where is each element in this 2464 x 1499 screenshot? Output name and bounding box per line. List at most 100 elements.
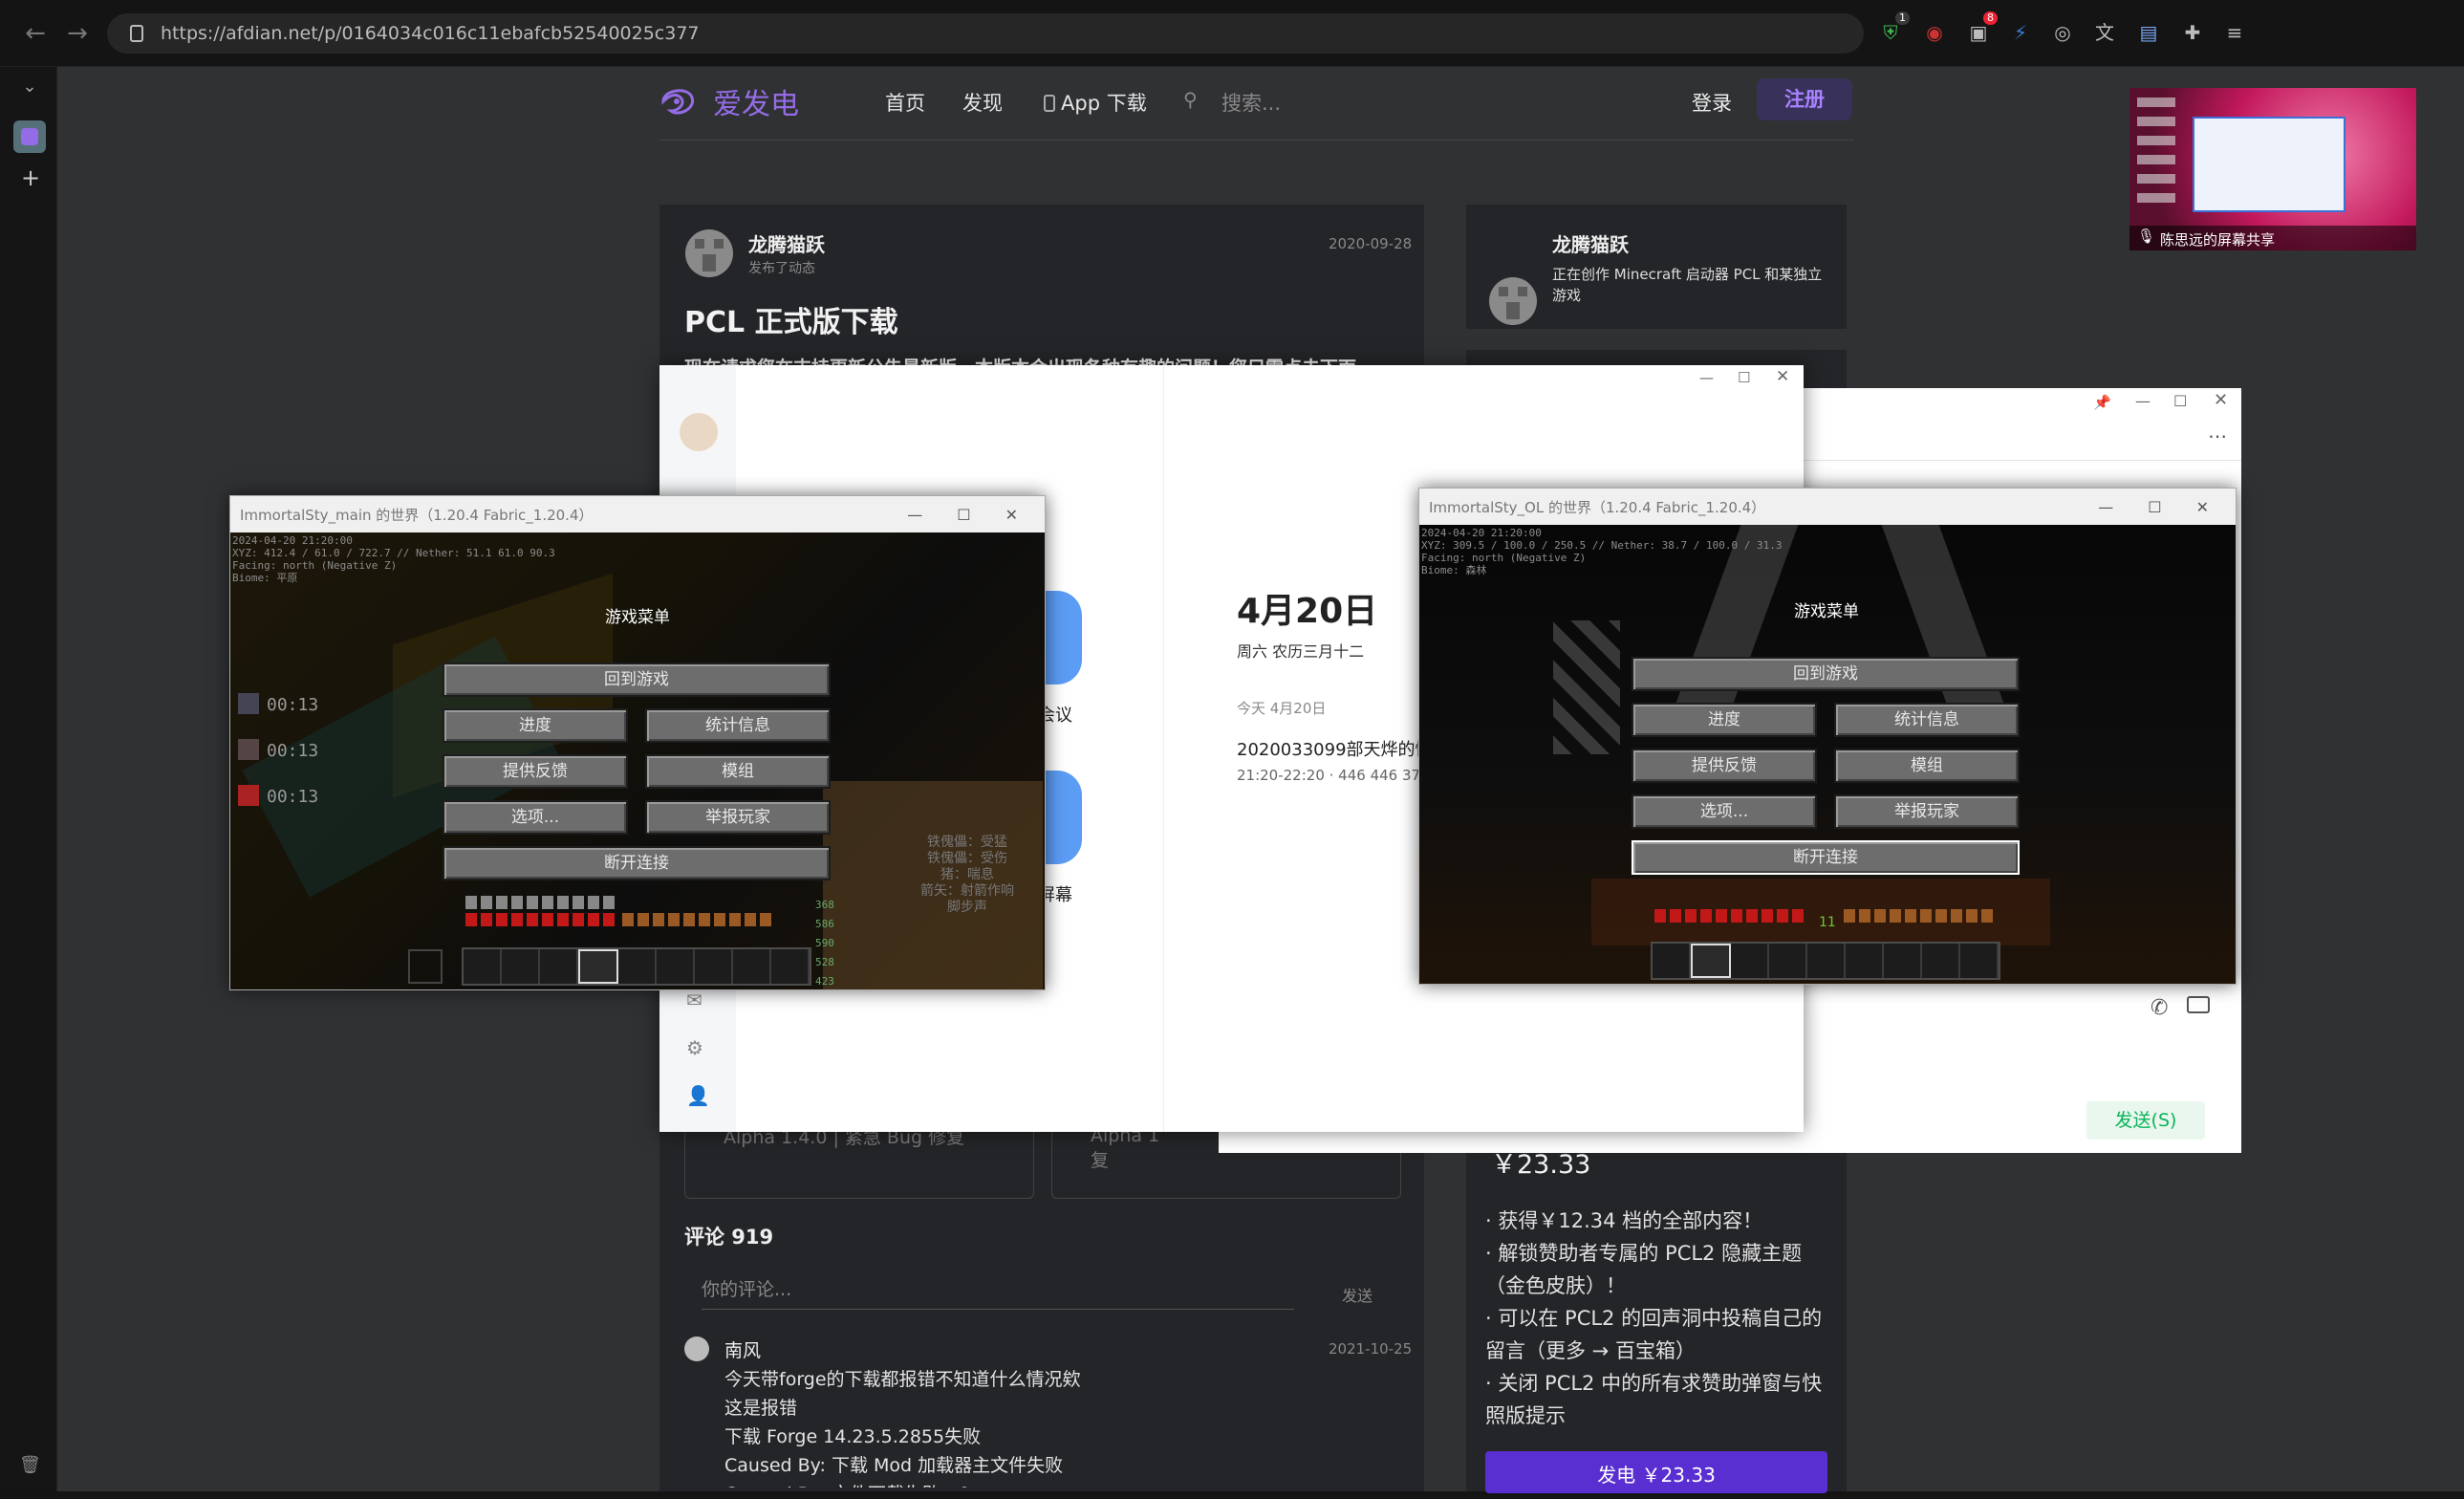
contacts-icon[interactable]: 👤 [686, 1084, 710, 1107]
maximize-icon[interactable]: ☐ [957, 506, 970, 524]
nav-home[interactable]: 首页 [885, 88, 925, 117]
menu-icon[interactable]: ≡ [2219, 17, 2250, 48]
lightning-icon[interactable]: ⚡ [2005, 17, 2036, 48]
tier-perk: · 解锁赞助者专属的 PCL2 隐藏主题（金色皮肤）！ [1485, 1242, 1803, 1297]
close-icon[interactable]: ✕ [2214, 390, 2228, 410]
comment-line: Caused By: 文件下载失败：0... [724, 1480, 1081, 1488]
author-avatar[interactable] [685, 229, 733, 277]
chevron-down-icon[interactable]: ⌄ [19, 76, 40, 98]
minimize-icon[interactable]: — [2135, 392, 2151, 410]
pin-icon[interactable]: 📌 [2093, 394, 2111, 411]
nav-app-download[interactable]: App 下载 [1044, 88, 1147, 117]
advancements-button[interactable]: 进度 [443, 708, 628, 743]
nav-discover[interactable]: 发现 [962, 88, 1003, 117]
calendar-divider [1163, 365, 1164, 1132]
debug-line: 2024-04-20 21:20:00 [232, 534, 353, 547]
hotbar[interactable] [1651, 942, 2000, 980]
translate-icon[interactable]: 文 [2089, 17, 2120, 48]
login-button[interactable]: 登录 [1692, 88, 1732, 117]
minimize-icon[interactable]: — [2098, 498, 2113, 516]
chat-send-button[interactable]: 发送(S) [2086, 1101, 2205, 1140]
calendar-close-icon[interactable]: ✕ [1776, 367, 1789, 386]
minecraft-viewport[interactable]: 2024-04-20 21:20:00 XYZ: 412.4 / 61.0 / … [230, 532, 1045, 989]
settings-icon[interactable]: ⚙ [686, 1036, 703, 1059]
forward-arrow-icon[interactable]: → [63, 19, 92, 48]
maximize-icon[interactable]: ☐ [2148, 498, 2161, 516]
trash-icon[interactable]: 🗑 [19, 1455, 41, 1475]
resistance-effect-icon [238, 693, 259, 714]
comment-send-button[interactable]: 发送 [1342, 1283, 1372, 1306]
mods-button[interactable]: 模组 [645, 754, 831, 789]
address-bar[interactable]: https://afdian.net/p/0164034c016c11ebafc… [107, 13, 1864, 54]
header-divider [659, 140, 1854, 141]
tab-afdian[interactable] [13, 120, 46, 153]
register-button[interactable]: 注册 [1757, 78, 1852, 120]
post-author[interactable]: 龙腾猫跃 [748, 229, 825, 257]
screen-share-preview[interactable]: 🎙 陈思远的屏幕共享 [2129, 88, 2416, 250]
stat-value: 590 [815, 937, 834, 949]
more-icon[interactable]: ⋯ [2208, 424, 2227, 447]
options-button[interactable]: 选项... [1632, 794, 1817, 829]
comments-header: 评论 919 [684, 1226, 774, 1249]
commenter-avatar[interactable] [684, 1336, 709, 1361]
options-button[interactable]: 选项... [443, 800, 628, 835]
maximize-icon[interactable]: ☐ [2173, 392, 2187, 410]
minecraft-window-ol: ImmortalSty_OL 的世界（1.20.4 Fabric_1.20.4）… [1418, 488, 2237, 985]
minimize-icon[interactable]: — [907, 506, 922, 524]
disconnect-button[interactable]: 断开连接 [1632, 840, 2020, 875]
desktop-icons [2137, 98, 2175, 212]
new-tab-plus-icon[interactable]: + [21, 164, 40, 191]
effect-timer-value: 00:13 [267, 787, 319, 807]
hunger-bar [1844, 909, 1997, 923]
user-avatar[interactable] [680, 413, 718, 451]
close-icon[interactable]: ✕ [2196, 498, 2209, 516]
creator-avatar[interactable] [1489, 277, 1537, 325]
site-logo[interactable]: 爱发电 [659, 80, 799, 122]
hotbar[interactable] [462, 947, 811, 986]
comment-input[interactable]: 你的评论... [702, 1275, 1294, 1310]
comment-line: 今天带forge的下载都报错不知道什么情况欸 [724, 1369, 1081, 1390]
disconnect-button[interactable]: 断开连接 [443, 846, 831, 880]
subtitle-line: 箭矢：射箭作响 [920, 883, 1014, 899]
health-bar [1654, 909, 1807, 923]
statistics-button[interactable]: 统计信息 [645, 708, 831, 743]
offhand-slot[interactable] [408, 949, 443, 984]
pay-button[interactable]: 发电 ￥23.33 [1485, 1451, 1827, 1493]
counter-icon[interactable]: ▣ 8 [1963, 11, 1998, 48]
mail-icon[interactable]: ✉ [686, 988, 702, 1011]
report-player-button[interactable]: 举报玩家 [1834, 794, 2020, 829]
report-player-button[interactable]: 举报玩家 [645, 800, 831, 835]
minecraft-window-title: ImmortalSty_OL 的世界（1.20.4 Fabric_1.20.4） [1429, 498, 1766, 516]
calendar-event-title[interactable]: 2020033099部天烨的快 [1237, 736, 1418, 761]
calendar-event-time: 21:20-22:20 · 446 446 377 [1237, 767, 1418, 784]
phone-call-icon[interactable]: ✆ [2151, 996, 2168, 1020]
document-icon[interactable]: ▤ [2133, 17, 2164, 48]
close-icon[interactable]: ✕ [1005, 506, 1018, 524]
url-text: https://afdian.net/p/0164034c016c11ebafc… [161, 23, 700, 44]
search-input[interactable]: 搜索... [1221, 88, 1281, 117]
video-call-icon[interactable] [2187, 996, 2210, 1013]
mods-button[interactable]: 模组 [1834, 749, 2020, 783]
statistics-button[interactable]: 统计信息 [1834, 703, 2020, 737]
calendar-minimize-icon[interactable]: — [1699, 369, 1714, 386]
lock-icon [130, 25, 143, 42]
glasses-icon[interactable]: ◎ [2047, 17, 2078, 48]
screen-share-label: 陈思远的屏幕共享 [2160, 231, 2276, 249]
xp-level: 11 [1819, 915, 1836, 930]
advancements-button[interactable]: 进度 [1632, 703, 1817, 737]
calendar-maximize-icon[interactable]: ☐ [1738, 369, 1750, 386]
shield-check-icon[interactable]: ⛨ 1 [1875, 11, 1910, 48]
back-arrow-icon[interactable]: ← [21, 19, 50, 48]
tier-perk: · 关闭 PCL2 中的所有求赞助弹窗与快照版提示 [1485, 1372, 1823, 1427]
feedback-button[interactable]: 提供反馈 [443, 754, 628, 789]
effect-timers: 00:13 00:13 00:13 [238, 693, 324, 831]
back-to-game-button[interactable]: 回到游戏 [1632, 657, 2020, 691]
puzzle-icon[interactable]: ✚ [2177, 17, 2208, 48]
commenter-name[interactable]: 南风 [724, 1336, 761, 1362]
debug-line: XYZ: 412.4 / 61.0 / 722.7 // Nether: 51.… [232, 547, 555, 559]
ublock-icon[interactable]: ◉ [1919, 17, 1950, 48]
minecraft-viewport[interactable]: 2024-04-20 21:20:00 XYZ: 309.5 / 100.0 /… [1419, 525, 2236, 984]
feedback-button[interactable]: 提供反馈 [1632, 749, 1817, 783]
creator-name[interactable]: 龙腾猫跃 [1552, 229, 1629, 257]
back-to-game-button[interactable]: 回到游戏 [443, 663, 831, 697]
